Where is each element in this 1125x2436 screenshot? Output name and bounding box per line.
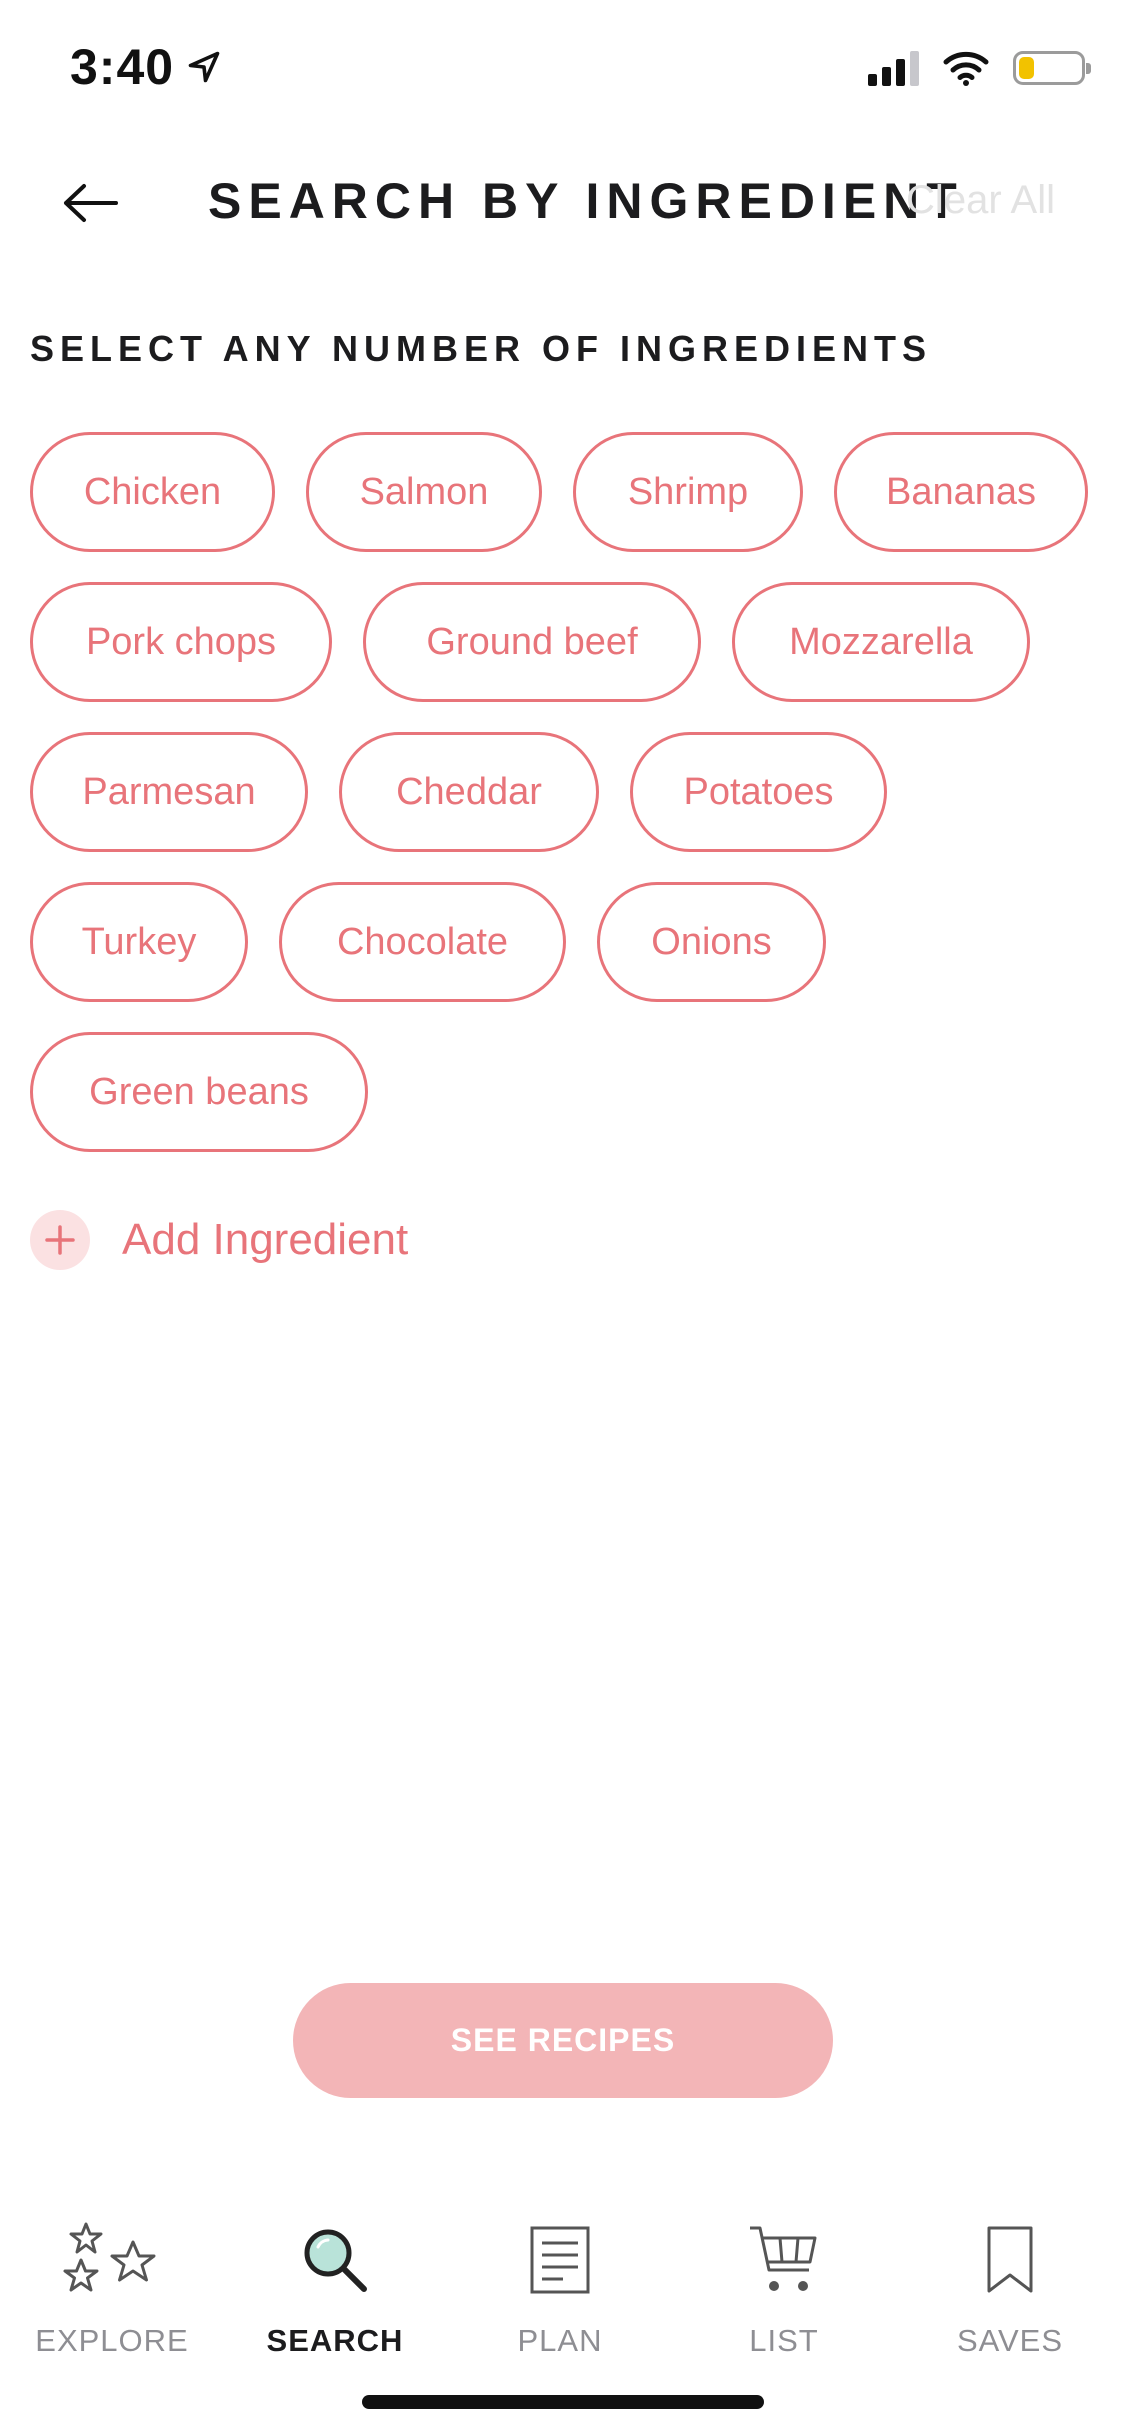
battery-icon (1013, 51, 1091, 85)
ingredient-chip-pork-chops[interactable]: Pork chops (30, 582, 332, 702)
see-recipes-button[interactable]: SEE RECIPES (293, 1983, 833, 2098)
ingredient-chip-onions[interactable]: Onions (597, 882, 826, 1002)
wifi-icon (943, 51, 989, 86)
ingredient-chip-ground-beef[interactable]: Ground beef (363, 582, 701, 702)
cart-icon (747, 2215, 821, 2305)
cellular-signal-icon (868, 50, 919, 86)
page-title: SEARCH BY INGREDIENT (208, 173, 964, 229)
ingredient-chip-cheddar[interactable]: Cheddar (339, 732, 599, 852)
add-ingredient-button[interactable]: Add Ingredient (30, 1210, 408, 1270)
tab-bar: EXPLORE SEARCH PLAN LIST SAVES (0, 2215, 1125, 2365)
ingredient-chip-shrimp[interactable]: Shrimp (573, 432, 803, 552)
header: SEARCH BY INGREDIENT Clear All (0, 150, 1125, 250)
tab-plan[interactable]: PLAN (460, 2215, 660, 2365)
ingredient-chip-turkey[interactable]: Turkey (30, 882, 248, 1002)
status-icons (868, 50, 1091, 86)
battery-fill (1019, 57, 1034, 79)
clear-all-button[interactable]: Clear All (906, 178, 1055, 223)
section-label: SELECT ANY NUMBER OF INGREDIENTS (30, 328, 933, 369)
search-icon (300, 2215, 370, 2305)
tab-explore[interactable]: EXPLORE (12, 2215, 212, 2365)
tab-search[interactable]: SEARCH (235, 2215, 435, 2365)
status-time: 3:40 (70, 38, 222, 96)
status-time-text: 3:40 (70, 39, 175, 95)
tab-explore-label: EXPLORE (35, 2323, 189, 2358)
bookmark-icon (985, 2215, 1035, 2305)
tab-plan-label: PLAN (517, 2323, 603, 2358)
tab-list-label: LIST (749, 2323, 819, 2358)
tab-list[interactable]: LIST (684, 2215, 884, 2365)
location-arrow-icon (188, 51, 220, 83)
ingredient-chip-green-beans[interactable]: Green beans (30, 1032, 368, 1152)
tab-saves[interactable]: SAVES (910, 2215, 1110, 2365)
stars-icon (60, 2215, 164, 2305)
ingredient-chip-potatoes[interactable]: Potatoes (630, 732, 887, 852)
home-indicator (362, 2395, 764, 2409)
add-ingredient-label: Add Ingredient (122, 1215, 409, 1264)
ingredient-chip-bananas[interactable]: Bananas (834, 432, 1088, 552)
status-bar: 3:40 (0, 0, 1125, 140)
arrow-left-icon (64, 184, 118, 222)
tab-search-label: SEARCH (266, 2323, 404, 2358)
ingredient-chip-mozzarella[interactable]: Mozzarella (732, 582, 1030, 702)
document-icon (529, 2215, 591, 2305)
ingredient-chip-salmon[interactable]: Salmon (306, 432, 542, 552)
tab-saves-label: SAVES (956, 2323, 1064, 2358)
ingredient-chip-chicken[interactable]: Chicken (30, 432, 275, 552)
back-button[interactable] (55, 170, 125, 236)
plus-icon (45, 1225, 75, 1255)
ingredient-chip-parmesan[interactable]: Parmesan (30, 732, 308, 852)
add-ingredient-circle (30, 1210, 90, 1270)
ingredient-chip-chocolate[interactable]: Chocolate (279, 882, 566, 1002)
